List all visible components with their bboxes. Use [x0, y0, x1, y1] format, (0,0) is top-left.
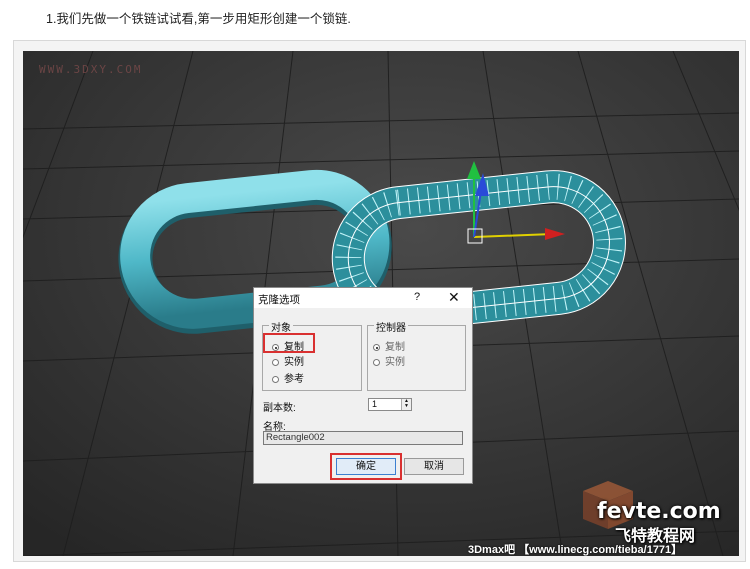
copies-label: 副本数:: [263, 403, 296, 414]
dialog-title: 克隆选项: [258, 294, 300, 306]
radio-icon: [272, 359, 279, 366]
radio-icon: [373, 359, 380, 366]
bottom-watermark: 3Dmax吧 【www.linecg.com/tieba/1771】: [468, 544, 683, 556]
controller-group-legend: 控制器: [374, 319, 408, 334]
logo-main-text: fevte.com: [597, 499, 721, 524]
copies-spinner[interactable]: 1 ▲ ▼: [368, 398, 412, 411]
spinner-arrows-icon[interactable]: ▲ ▼: [401, 399, 411, 410]
controller-copy-radio[interactable]: 复制: [373, 338, 405, 353]
site-watermark: WWW.3DXY.COM: [39, 63, 143, 76]
controller-instance-label: 实例: [385, 357, 405, 368]
object-instance-label: 实例: [284, 357, 304, 368]
object-reference-radio[interactable]: 参考: [272, 370, 304, 385]
help-icon[interactable]: ?: [414, 291, 420, 303]
controller-instance-radio[interactable]: 实例: [373, 353, 405, 368]
radio-icon: [272, 376, 279, 383]
controller-copy-label: 复制: [385, 342, 405, 353]
name-input[interactable]: Rectangle002: [263, 431, 463, 445]
cancel-button[interactable]: 取消: [404, 458, 464, 475]
object-reference-label: 参考: [284, 374, 304, 385]
copy-highlight-box: [263, 333, 315, 353]
copies-value: 1: [372, 399, 378, 409]
clone-options-dialog: 克隆选项 ? ✕ 对象 复制 实例 参考 控制器 复制 实例 副本数: 1 ▲ ▼…: [253, 287, 473, 484]
object-group-legend: 对象: [269, 319, 293, 334]
close-icon[interactable]: ✕: [448, 289, 460, 306]
object-instance-radio[interactable]: 实例: [272, 353, 304, 368]
dialog-titlebar[interactable]: 克隆选项 ? ✕: [254, 288, 472, 308]
caption-text: 1.我们先做一个铁链试试看,第一步用矩形创建一个锁链.: [46, 12, 351, 26]
radio-selected-icon: [373, 344, 380, 351]
ok-highlight-box: [330, 453, 402, 480]
